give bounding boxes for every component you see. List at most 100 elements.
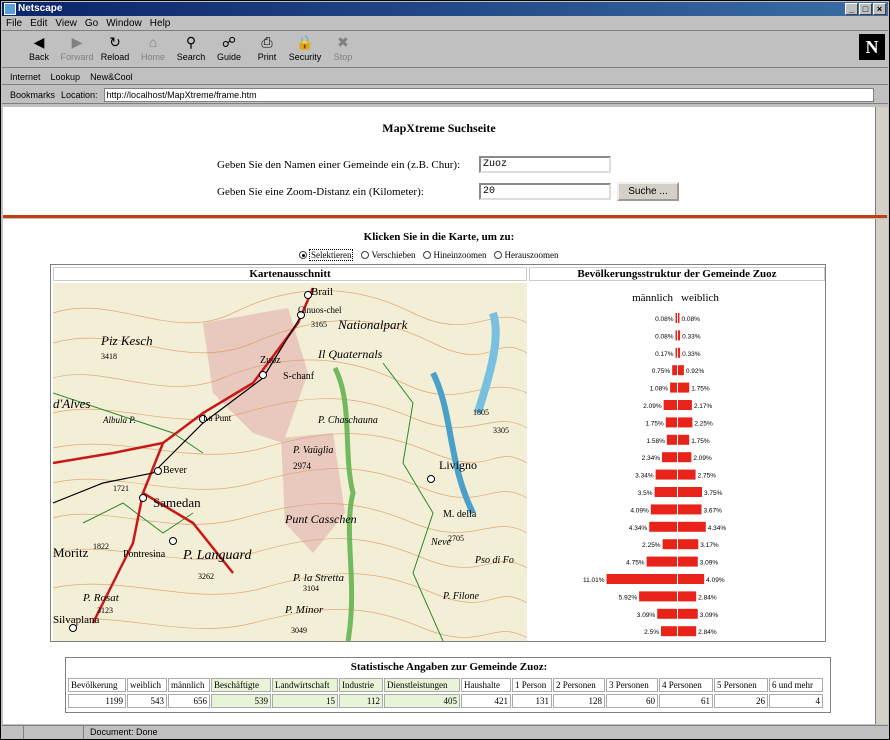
female-value-label: 2.75% [698,473,717,480]
toolbar-stop-button[interactable]: ✖ Stop [324,32,362,66]
menu-window[interactable]: Window [106,17,142,30]
female-value-label: 3.09% [700,612,719,619]
netscape-logo[interactable]: N [859,34,885,60]
female-bar [678,626,697,637]
mode-label: Selektieren [309,249,354,261]
toolbar-guide-button[interactable]: ☍ Guide [210,32,248,66]
male-bar [672,365,677,376]
female-legend: weiblich [681,292,719,304]
female-value-label: 0.92% [686,368,705,375]
male-bar [675,347,677,358]
title-bar[interactable]: Netscape _ □ × [2,2,888,16]
topographic-map[interactable]: Brail Cinuos-chel Nationalpark Piz Kesch… [53,283,527,641]
stat-header-cell: 1 Person [512,678,552,692]
bookmarks-button[interactable]: Bookmarks [10,90,55,100]
map-graphic[interactable]: Brail Cinuos-chel Nationalpark Piz Kesch… [53,283,527,641]
frame-divider[interactable] [3,215,887,218]
close-button[interactable]: × [873,3,886,15]
pyramid-title: Bevölkerungsstruktur der Gemeinde Zuoz [529,267,825,281]
toolbar-reload-button[interactable]: ↻ Reload [96,32,134,66]
minimize-button[interactable]: _ [845,3,858,15]
url-field[interactable]: http://localhost/MapXtreme/frame.htm [103,87,874,102]
personal-toolbar: Internet Lookup New&Cool [2,69,888,85]
female-value-label: 2.09% [693,455,712,462]
female-value-label: 3.75% [704,490,723,497]
personal-lookup-link[interactable]: Lookup [51,69,81,84]
map-label: P. Chaschauna [317,415,378,426]
map-label: 3049 [291,626,307,635]
search-icon: ⚲ [185,34,197,50]
personal-internet-link[interactable]: Internet [10,69,41,84]
map-instruction: Klicken Sie in die Karte, um zu: [363,231,515,243]
mode-pan-radio[interactable]: Verschieben [361,249,415,261]
top-frame-scrollbar[interactable] [875,107,888,215]
male-value-label: 4.34% [629,525,648,532]
male-bar [655,469,677,480]
search-page-title: MapXtreme Suchseite [382,121,496,135]
female-bar [678,574,705,584]
toolbar-security-button[interactable]: 🔒 Security [286,32,324,66]
female-bar [678,417,693,428]
menu-go[interactable]: Go [85,17,98,30]
location-toolbar: Bookmarks Location: http://localhost/Map… [2,86,888,104]
female-value-label: 2.25% [694,420,713,427]
radio-dot[interactable] [299,251,307,259]
map-frame: Klicken Sie in die Karte, um zu: Selekti… [3,219,875,724]
female-value-label: 2.84% [698,629,717,636]
female-bar [678,382,690,393]
male-value-label: 1.08% [650,386,669,393]
mode-zoom-out-radio[interactable]: Herauszoomen [494,249,558,261]
stat-value-cell: 4 [769,694,823,708]
radio-dot[interactable] [494,251,503,259]
map-frame-scrollbar[interactable] [875,219,888,724]
zoom-distance-input[interactable]: 20 [479,183,611,200]
male-bar [654,487,677,497]
map-table: Kartenausschnitt Bevölkerungsstruktur de… [50,264,826,642]
toolbar-label: Forward [60,52,94,62]
municipality-label: Geben Sie den Namen einer Gemeinde ein (… [217,159,461,171]
map-label: Bever [163,465,188,476]
radio-dot[interactable] [361,251,370,259]
female-bar [678,434,690,445]
municipality-input[interactable]: Zuoz [479,156,611,173]
map-label: 3104 [303,584,319,593]
radio-dot[interactable] [423,251,432,259]
menu-help[interactable]: Help [150,17,171,30]
female-bar [678,347,681,358]
toolbar-forward-button[interactable]: ▶ Forward [58,32,96,66]
map-label: 1721 [113,484,129,493]
progress-bar [24,726,84,739]
stat-header-cell: 6 und mehr [769,678,823,692]
male-bar [663,400,677,410]
map-label: Cinuos-chel [298,305,342,315]
toolbar-label: Security [288,52,322,62]
map-label: Moritz [53,545,89,560]
map-label: Il Quaternals [317,347,383,361]
search-button[interactable]: Suche ... [617,182,679,201]
population-pyramid: männlich weiblich 0.08% 0.08% 0.08% 0.33% 0.… [529,283,825,641]
male-bar [661,626,677,637]
stat-value-cell: 61 [659,694,713,708]
personal-newcool-link[interactable]: New&Cool [90,69,133,84]
toolbar-home-button[interactable]: ⌂ Home [134,32,172,66]
stat-value-cell: 405 [384,694,460,708]
mode-select-radio[interactable]: Selektieren [299,249,354,261]
male-value-label: 0.75% [652,368,671,375]
male-value-label: 0.08% [655,316,674,323]
stat-header-cell: weiblich [127,678,167,692]
menu-edit[interactable]: Edit [30,17,47,30]
guide-icon: ☍ [221,34,237,50]
mode-zoom-in-radio[interactable]: Hineinzoomen [423,249,486,261]
maximize-button[interactable]: □ [859,3,872,15]
menu-file[interactable]: File [6,17,22,30]
toolbar-search-button[interactable]: ⚲ Search [172,32,210,66]
map-label: Zuoz [260,355,281,366]
map-label: Livigno [439,458,477,472]
female-value-label: 3.09% [700,560,719,567]
back-arrow-icon: ◀ [33,34,45,50]
menu-view[interactable]: View [55,17,77,30]
toolbar-back-button[interactable]: ◀ Back [20,32,58,66]
toolbar-print-button[interactable]: ⎙ Print [248,32,286,66]
status-bar: Document: Done [2,725,888,739]
stat-header-cell: 4 Personen [659,678,713,692]
